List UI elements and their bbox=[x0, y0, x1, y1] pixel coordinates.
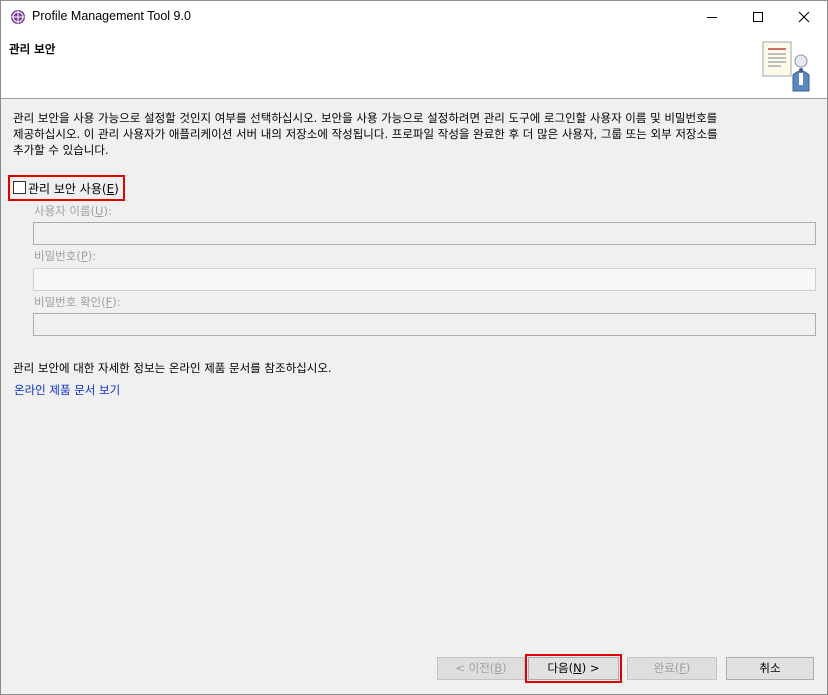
password-label: 비밀번호(P): bbox=[34, 248, 96, 264]
username-label-text: 사용자 이름( bbox=[34, 204, 96, 218]
confirm-password-label: 비밀번호 확인(F): bbox=[34, 294, 121, 310]
page-description: 관리 보안을 사용 가능으로 설정할 것인지 여부를 선택하십시오. 보안을 사… bbox=[13, 111, 718, 157]
next-mnemonic: N bbox=[573, 661, 582, 675]
wizard-banner: 관리 보안 bbox=[1, 33, 827, 99]
username-label-suffix: ): bbox=[103, 204, 112, 218]
minimize-icon bbox=[707, 17, 717, 18]
next-label: 다음( bbox=[547, 661, 574, 675]
next-button[interactable]: 다음(N) > bbox=[525, 654, 622, 683]
app-globe-icon bbox=[11, 10, 25, 24]
document-user-icon bbox=[762, 41, 810, 92]
checkbox-label-text: 관리 보안 사용( bbox=[28, 182, 107, 196]
profile-management-window: Profile Management Tool 9.0 관리 보안 관리 보안을… bbox=[0, 0, 828, 695]
back-suffix: ) bbox=[502, 661, 507, 675]
close-button[interactable] bbox=[781, 1, 827, 33]
next-suffix: ) > bbox=[581, 661, 600, 675]
password-mnemonic: P bbox=[80, 249, 88, 263]
finish-button[interactable]: 완료(F) bbox=[627, 657, 717, 680]
finish-suffix: ) bbox=[685, 661, 691, 675]
back-button[interactable]: < 이전(B) bbox=[437, 657, 525, 680]
username-field[interactable] bbox=[33, 222, 816, 245]
cancel-button[interactable]: 취소 bbox=[726, 657, 814, 680]
confirm-password-field[interactable] bbox=[33, 313, 816, 336]
title-bar: Profile Management Tool 9.0 bbox=[1, 1, 827, 33]
password-label-text: 비밀번호( bbox=[34, 249, 81, 263]
confirm-label-text: 비밀번호 확인( bbox=[34, 295, 106, 309]
finish-mnemonic: F bbox=[679, 661, 686, 675]
window-title: Profile Management Tool 9.0 bbox=[32, 9, 191, 23]
enable-admin-security-checkbox[interactable]: 관리 보안 사용(E) bbox=[8, 175, 125, 201]
password-label-suffix: ): bbox=[87, 249, 97, 263]
checkbox-label-suffix: ) bbox=[114, 182, 119, 196]
minimize-button[interactable] bbox=[689, 1, 735, 33]
checkbox-label: 관리 보안 사용(E) bbox=[28, 180, 119, 197]
password-field[interactable] bbox=[33, 268, 816, 291]
online-docs-link[interactable]: 온라인 제품 문서 보기 bbox=[14, 382, 120, 398]
back-label: < 이전( bbox=[455, 661, 495, 675]
maximize-button[interactable] bbox=[735, 1, 781, 33]
maximize-icon bbox=[753, 12, 763, 22]
close-icon bbox=[798, 11, 810, 23]
finish-label: 완료( bbox=[653, 661, 680, 675]
username-label: 사용자 이름(U): bbox=[34, 203, 112, 219]
page-title: 관리 보안 bbox=[9, 42, 56, 56]
checkbox-box[interactable] bbox=[13, 181, 26, 194]
back-mnemonic: B bbox=[494, 661, 503, 675]
info-text: 관리 보안에 대한 자세한 정보는 온라인 제품 문서를 참조하십시오. bbox=[13, 361, 332, 375]
confirm-label-suffix: ): bbox=[112, 295, 121, 309]
